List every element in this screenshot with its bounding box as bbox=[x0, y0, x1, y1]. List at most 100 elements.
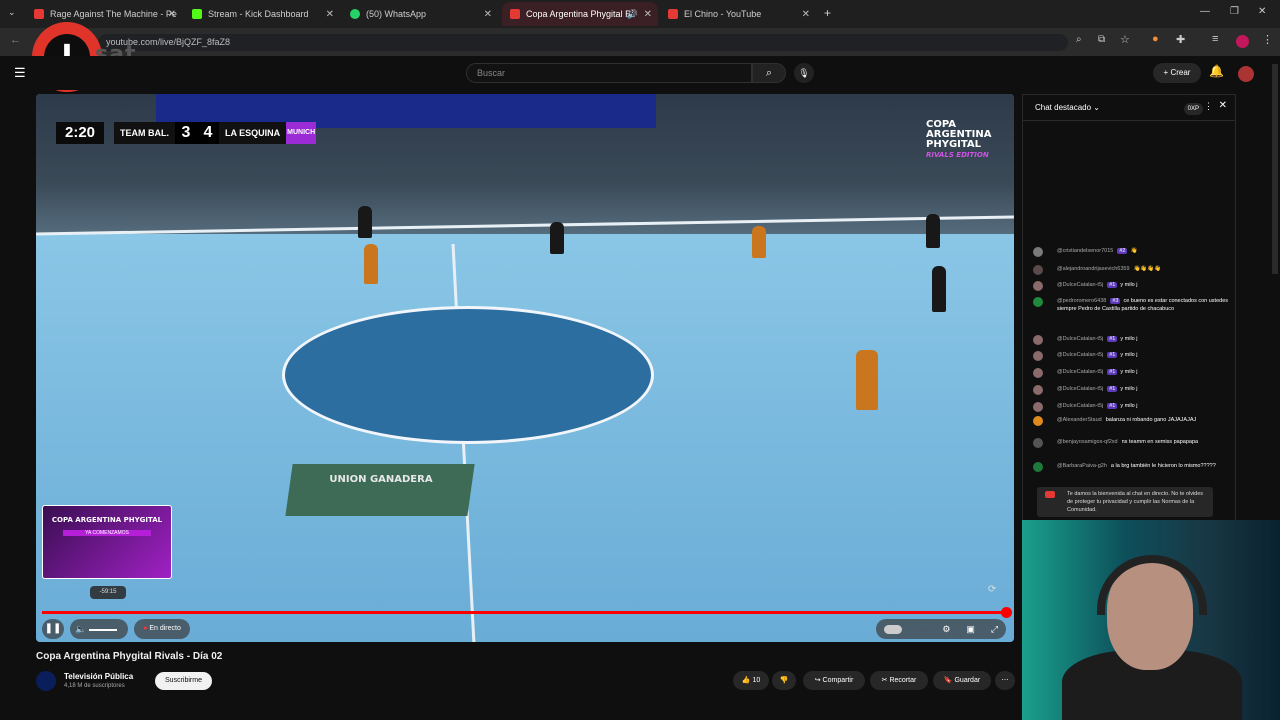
back-icon[interactable]: ← bbox=[10, 34, 21, 46]
clip-label: Recortar bbox=[889, 677, 917, 684]
channel-name[interactable]: Televisión Pública bbox=[64, 672, 133, 681]
chat-author-avatar[interactable] bbox=[1033, 438, 1043, 448]
more-actions-button[interactable]: ⋯ bbox=[995, 671, 1015, 690]
chat-author[interactable]: @DulceCatalan-t5j bbox=[1057, 403, 1103, 409]
notifications-bell-icon[interactable]: 🔔 bbox=[1209, 64, 1224, 78]
create-button[interactable]: + Crear bbox=[1153, 63, 1201, 83]
chat-author-avatar[interactable] bbox=[1033, 402, 1043, 412]
kebab-menu-icon[interactable]: ⋮ bbox=[1262, 33, 1273, 46]
share-icon: ↪ bbox=[814, 677, 821, 684]
close-tab-icon[interactable]: ✕ bbox=[644, 9, 652, 20]
close-tab-icon[interactable]: ✕ bbox=[326, 9, 334, 20]
chat-author[interactable]: @DulceCatalan-t5j bbox=[1057, 352, 1103, 358]
chat-author-avatar[interactable] bbox=[1033, 385, 1043, 395]
share-button[interactable]: ↪ Compartir bbox=[803, 671, 865, 690]
chat-member-badge: #2 bbox=[1117, 248, 1128, 254]
tab-rage-against[interactable]: Rage Against The Machine - Pe ✕ bbox=[26, 2, 182, 26]
restore-icon[interactable]: ❐ bbox=[1230, 6, 1239, 17]
chat-author[interactable]: @benjayosamigos-qf2xd bbox=[1057, 439, 1118, 445]
chat-author-avatar[interactable] bbox=[1033, 368, 1043, 378]
miniplayer-icon[interactable]: ▣ bbox=[966, 624, 975, 635]
clip-button[interactable]: ✂ Recortar bbox=[870, 671, 928, 690]
live-indicator[interactable]: ● En directo bbox=[134, 619, 190, 639]
search-input[interactable]: Buscar bbox=[466, 63, 752, 83]
search-button[interactable]: ⌕ bbox=[752, 63, 786, 83]
chat-author-avatar[interactable] bbox=[1033, 281, 1043, 291]
extension-icon[interactable]: ● bbox=[1152, 33, 1159, 45]
pause-button[interactable]: ❚❚ bbox=[42, 619, 64, 639]
live-chat: Chat destacado ⌄ 0XP ⋮ ✕ @cristiandelsen… bbox=[1022, 94, 1236, 524]
fullscreen-icon[interactable]: ⤢ bbox=[991, 624, 998, 635]
chat-member-badge: #3 bbox=[1110, 298, 1121, 304]
autoplay-toggle[interactable] bbox=[883, 624, 902, 634]
chat-author-avatar[interactable] bbox=[1033, 297, 1043, 307]
chat-author-avatar[interactable] bbox=[1033, 462, 1043, 472]
player bbox=[752, 226, 766, 258]
tab-list-chevron-icon[interactable]: ⌄ bbox=[8, 7, 16, 18]
chat-author-avatar[interactable] bbox=[1033, 335, 1043, 345]
chat-mode-dropdown[interactable]: Chat destacado ⌄ bbox=[1035, 103, 1100, 112]
install-icon[interactable]: ⧉ bbox=[1098, 34, 1105, 45]
minimize-icon[interactable]: — bbox=[1200, 6, 1210, 17]
chat-author[interactable]: @DulceCatalan-t5j bbox=[1057, 386, 1103, 392]
chat-author-avatar[interactable] bbox=[1033, 247, 1043, 257]
tab-copa-argentina[interactable]: Copa Argentina Phygital Ri 🔊 ✕ bbox=[502, 2, 658, 26]
subtitles-icon[interactable]: ▭ bbox=[918, 624, 927, 635]
new-tab-icon[interactable]: + bbox=[824, 6, 831, 20]
save-button[interactable]: 🔖 Guardar bbox=[933, 671, 991, 690]
close-chat-icon[interactable]: ✕ bbox=[1219, 100, 1227, 111]
chat-author[interactable]: @cristiandelsenor7015 bbox=[1057, 248, 1113, 254]
close-tab-icon[interactable]: ✕ bbox=[484, 9, 492, 20]
thumbs-up-icon: 👍 bbox=[741, 677, 751, 684]
tab-kick-dashboard[interactable]: Stream - Kick Dashboard ✕ bbox=[184, 2, 340, 26]
xp-badge[interactable]: 0XP bbox=[1183, 103, 1203, 115]
settings-gear-icon[interactable]: ⚙ bbox=[942, 624, 950, 635]
hamburger-menu-icon[interactable]: ☰ bbox=[14, 65, 26, 81]
close-window-icon[interactable]: ✕ bbox=[1258, 6, 1266, 17]
chat-author[interactable]: @alejandroandrijasevich6359 bbox=[1057, 266, 1130, 272]
chat-author-avatar[interactable] bbox=[1033, 265, 1043, 275]
chevron-down-icon: ⌄ bbox=[1093, 103, 1100, 112]
close-tab-icon[interactable]: ✕ bbox=[168, 9, 176, 20]
chat-message: @DulceCatalan-t5j #1 y milo j bbox=[1033, 335, 1229, 345]
account-avatar[interactable] bbox=[1238, 66, 1254, 82]
tab-title: El Chino - YouTube bbox=[684, 9, 762, 19]
speaker-icon[interactable]: 🔊 bbox=[627, 9, 638, 20]
page-scrollbar[interactable] bbox=[1272, 64, 1278, 274]
chat-author[interactable]: @pedroromero6438 bbox=[1057, 298, 1106, 304]
chat-author[interactable]: @DulceCatalan-t5j bbox=[1057, 369, 1103, 375]
tab-whatsapp[interactable]: (50) WhatsApp ✕ bbox=[342, 2, 498, 26]
subscribe-button[interactable]: Suscribirme bbox=[155, 672, 212, 690]
chat-author-avatar[interactable] bbox=[1033, 351, 1043, 361]
tournament-logo: COPA ARGENTINA PHYGITAL RIVALS EDITION bbox=[926, 120, 996, 160]
seek-preview-thumbnail: COPA ARGENTINA PHYGITAL YA COMENZAMOS bbox=[42, 505, 172, 579]
dislike-button[interactable]: 👎 bbox=[772, 671, 796, 690]
chat-text: y milo j bbox=[1120, 282, 1138, 288]
url-field[interactable]: youtube.com/live/BjQZF_8faZ8 bbox=[98, 34, 1068, 51]
autoplay-icon[interactable]: ⟳ bbox=[988, 584, 996, 595]
chat-author-avatar[interactable] bbox=[1033, 416, 1043, 426]
puzzle-icon[interactable]: ✚ bbox=[1176, 33, 1185, 46]
like-button[interactable]: 👍 10 bbox=[733, 671, 769, 690]
create-label: Crear bbox=[1170, 68, 1191, 77]
bookmark-star-icon[interactable]: ☆ bbox=[1120, 33, 1130, 46]
menu-list-icon[interactable]: ≡ bbox=[1212, 33, 1218, 45]
tab-el-chino[interactable]: El Chino - YouTube ✕ bbox=[660, 2, 816, 26]
progress-bar[interactable] bbox=[42, 611, 1008, 614]
chat-author[interactable]: @AlexanderStaud bbox=[1057, 417, 1102, 423]
chat-author[interactable]: @DulceCatalan-t5j bbox=[1057, 282, 1103, 288]
video-player[interactable]: UNION GANADERA 2:20 TEAM BAL. 3 4 LA ESQ… bbox=[36, 94, 1014, 642]
channel-avatar[interactable] bbox=[36, 671, 56, 691]
profile-avatar[interactable] bbox=[1236, 35, 1249, 48]
chat-menu-icon[interactable]: ⋮ bbox=[1204, 101, 1213, 112]
volume-slider[interactable] bbox=[88, 628, 117, 631]
zoom-icon[interactable]: ⌕ bbox=[1076, 34, 1082, 45]
streamer-webcam bbox=[1022, 520, 1280, 720]
close-tab-icon[interactable]: ✕ bbox=[802, 9, 810, 20]
center-circle bbox=[282, 306, 654, 444]
progress-scrubber[interactable] bbox=[1001, 607, 1012, 618]
volume-control[interactable]: 🔈 bbox=[70, 619, 128, 639]
voice-search-button[interactable]: 🎙 bbox=[794, 63, 814, 83]
chat-author[interactable]: @BarbaraPaiva-g2h bbox=[1057, 463, 1107, 469]
chat-author[interactable]: @DulceCatalan-t5j bbox=[1057, 336, 1103, 342]
